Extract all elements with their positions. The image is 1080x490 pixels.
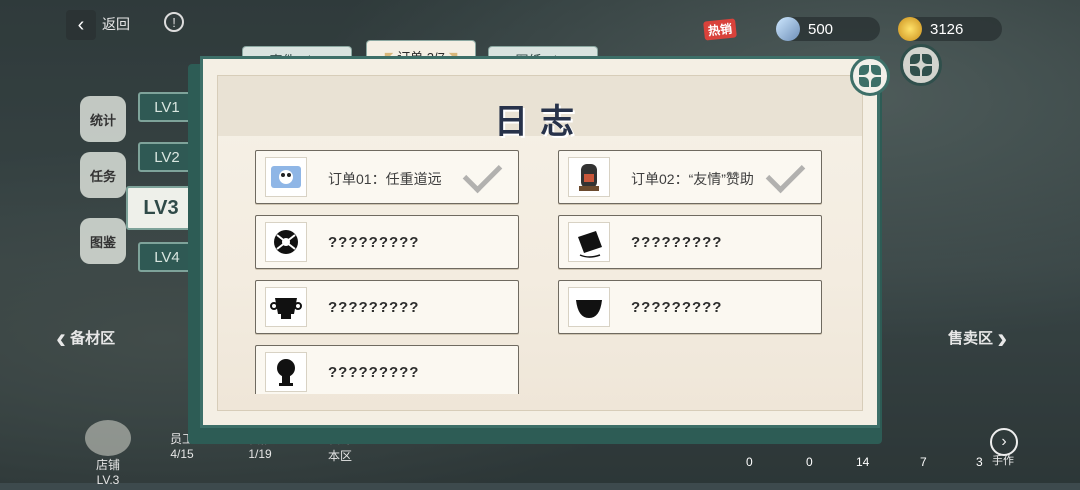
upgrade-count: 1/19 bbox=[248, 447, 272, 461]
gear-silhouette-icon bbox=[265, 222, 307, 262]
nav-left-label: 备材区 bbox=[70, 329, 116, 347]
order-title: ????????? bbox=[631, 234, 723, 251]
order-title: 订单02：“友情”赞助 bbox=[631, 171, 754, 187]
order-title: ????????? bbox=[631, 299, 723, 316]
chevron-left-icon: ‹ bbox=[56, 322, 66, 355]
background-close-button bbox=[900, 44, 942, 86]
checkmark-icon bbox=[462, 153, 503, 194]
order-list[interactable]: 订单01：任重道远 订单02：“友情”赞助 ????????? ????????… bbox=[255, 150, 827, 394]
nav-right-label: 售卖区 bbox=[948, 329, 994, 347]
stats-button[interactable]: 统计 bbox=[80, 96, 126, 142]
coin-counter[interactable]: 3126 bbox=[898, 17, 1002, 41]
panda-quilt-icon bbox=[265, 157, 307, 197]
shop-title: 店铺 bbox=[95, 458, 120, 472]
lantern-silhouette-icon bbox=[265, 352, 307, 392]
vessel-silhouette-icon bbox=[265, 287, 307, 327]
gem-count: 500 bbox=[808, 20, 834, 38]
clover-icon bbox=[910, 54, 932, 76]
level-tab-lv3[interactable]: LV3 bbox=[126, 186, 196, 230]
nav-right-button[interactable]: 售卖区 › bbox=[948, 322, 1007, 356]
list-item[interactable]: ????????? bbox=[558, 280, 822, 334]
back-button[interactable]: ‹ bbox=[66, 10, 96, 40]
info-icon[interactable]: ! bbox=[164, 12, 184, 32]
slot-count[interactable]: 0 bbox=[746, 455, 753, 469]
staff-count: 4/15 bbox=[170, 447, 194, 461]
order-title: ????????? bbox=[328, 299, 420, 316]
list-item[interactable]: 订单02：“友情”赞助 bbox=[558, 150, 822, 204]
slot-count[interactable]: 14 bbox=[856, 455, 869, 469]
slot-count[interactable]: 3 bbox=[976, 455, 983, 469]
coin-count: 3126 bbox=[930, 20, 964, 38]
clover-icon bbox=[859, 65, 881, 87]
shop-level: LV.3 bbox=[96, 473, 120, 487]
chevron-left-icon: ‹ bbox=[77, 13, 85, 36]
shrine-figure-icon bbox=[568, 157, 610, 197]
shop-icon bbox=[85, 420, 131, 456]
bowl-silhouette-icon bbox=[568, 287, 610, 327]
hot-badge[interactable]: 热销 bbox=[703, 18, 737, 41]
back-label[interactable]: 返回 bbox=[102, 14, 130, 34]
list-item[interactable]: ????????? bbox=[255, 345, 519, 394]
bag-silhouette-icon bbox=[568, 222, 610, 262]
list-item[interactable]: ????????? bbox=[255, 280, 519, 334]
tasks-button[interactable]: 任务 bbox=[80, 152, 126, 198]
shop-button[interactable]: 店铺 LV.3 bbox=[80, 420, 136, 487]
close-button[interactable] bbox=[850, 56, 890, 96]
slot-count[interactable]: 0 bbox=[806, 455, 813, 469]
nav-left-button[interactable]: ‹ 备材区 bbox=[56, 322, 115, 356]
order-title: 订单01：任重道远 bbox=[328, 171, 442, 187]
chevron-right-icon: › bbox=[997, 322, 1008, 355]
area-value: 本区 bbox=[327, 449, 352, 463]
list-item[interactable]: ????????? bbox=[558, 215, 822, 269]
order-title: ????????? bbox=[328, 234, 420, 251]
order-title: ????????? bbox=[328, 364, 420, 381]
list-item[interactable]: 订单01：任重道远 bbox=[255, 150, 519, 204]
checkmark-icon bbox=[765, 153, 806, 194]
collection-button[interactable]: 图鉴 bbox=[80, 218, 126, 264]
slot-count[interactable]: 7 bbox=[920, 455, 927, 469]
gem-counter[interactable]: 500 bbox=[776, 17, 880, 41]
help-label: 手作 bbox=[992, 455, 1014, 467]
gem-icon bbox=[776, 17, 800, 41]
dialog-title: 日志 bbox=[494, 103, 586, 141]
coin-icon bbox=[898, 17, 922, 41]
top-bar: ‹ 返回 ! 热销 500 3126 bbox=[0, 0, 1080, 48]
list-item[interactable]: ????????? bbox=[255, 215, 519, 269]
